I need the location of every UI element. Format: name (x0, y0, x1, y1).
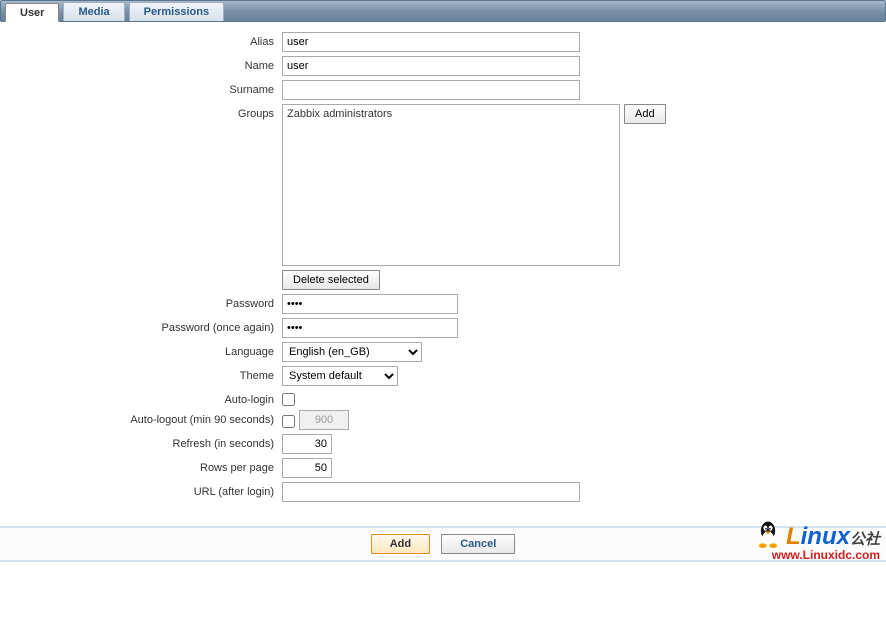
cancel-button[interactable]: Cancel (441, 534, 515, 554)
surname-input[interactable] (282, 80, 580, 100)
label-groups: Groups (0, 104, 282, 120)
label-auto-login: Auto-login (0, 390, 282, 406)
footer-bar: Add Cancel Linux公社 www.Linuxidc.com (0, 526, 886, 562)
add-button[interactable]: Add (371, 534, 430, 554)
add-group-button[interactable]: Add (624, 104, 666, 124)
language-select[interactable]: English (en_GB) (282, 342, 422, 362)
alias-input[interactable] (282, 32, 580, 52)
label-password: Password (0, 294, 282, 310)
label-rows: Rows per page (0, 458, 282, 474)
password-input[interactable] (282, 294, 458, 314)
label-password-again: Password (once again) (0, 318, 282, 334)
auto-logout-checkbox[interactable] (282, 415, 295, 428)
label-language: Language (0, 342, 282, 358)
tab-media[interactable]: Media (63, 2, 124, 21)
watermark-brand: Linux公社 (786, 535, 880, 547)
delete-selected-button[interactable]: Delete selected (282, 270, 380, 290)
label-name: Name (0, 56, 282, 72)
label-refresh: Refresh (in seconds) (0, 434, 282, 450)
label-surname: Surname (0, 80, 282, 96)
label-auto-logout: Auto-logout (min 90 seconds) (0, 410, 282, 426)
url-after-login-input[interactable] (282, 482, 580, 502)
auto-login-checkbox[interactable] (282, 393, 295, 406)
rows-per-page-input[interactable] (282, 458, 332, 478)
user-form: Alias Name Surname Groups Zabbix adminis… (0, 22, 886, 516)
theme-select[interactable]: System default (282, 366, 398, 386)
groups-listbox[interactable]: Zabbix administrators (282, 104, 620, 266)
tux-icon (755, 519, 781, 549)
password-again-input[interactable] (282, 318, 458, 338)
auto-logout-input (299, 410, 349, 430)
name-input[interactable] (282, 56, 580, 76)
label-url: URL (after login) (0, 482, 282, 498)
tab-permissions[interactable]: Permissions (129, 2, 224, 21)
refresh-input[interactable] (282, 434, 332, 454)
watermark: Linux公社 www.Linuxidc.com (755, 519, 880, 562)
groups-option[interactable]: Zabbix administrators (287, 107, 615, 121)
tab-bar: User Media Permissions (0, 0, 886, 22)
tab-user[interactable]: User (5, 3, 59, 22)
label-alias: Alias (0, 32, 282, 48)
watermark-url: www.Linuxidc.com (772, 548, 880, 562)
label-theme: Theme (0, 366, 282, 382)
